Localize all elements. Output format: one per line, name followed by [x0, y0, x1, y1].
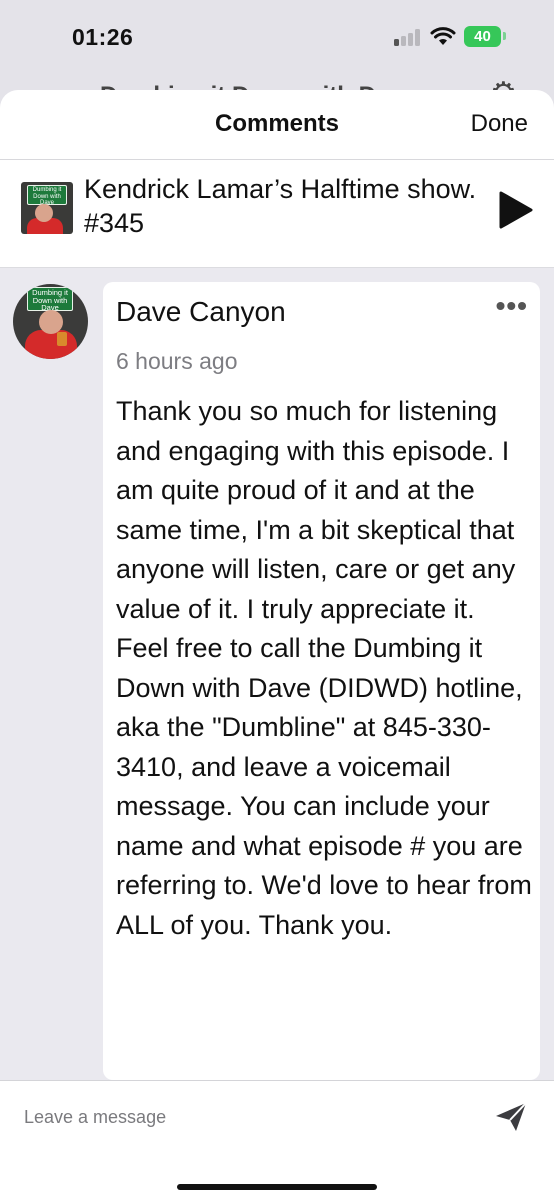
comment-body: Thank you so much for listening and enga…	[116, 396, 532, 940]
wifi-icon	[430, 27, 456, 45]
cellular-signal-icon	[394, 28, 422, 46]
avatar[interactable]: Dumbing it Down with Dave	[13, 284, 88, 359]
message-composer	[0, 1080, 554, 1200]
play-icon[interactable]	[498, 190, 534, 230]
avatar-sign: Dumbing it Down with Dave	[27, 287, 73, 311]
battery-cap	[503, 32, 506, 40]
episode-title: Kendrick Lamar’s Halftime show. #345	[84, 174, 477, 238]
done-button[interactable]: Done	[471, 110, 528, 138]
artwork-sign: Dumbing it Down with Dave	[27, 185, 67, 206]
message-input[interactable]	[24, 1099, 464, 1135]
send-icon[interactable]	[494, 1101, 528, 1133]
comment-timestamp: 6 hours ago	[116, 348, 238, 374]
comment-card: ••• Dave Canyon 6 hours ago Thank you so…	[103, 282, 540, 1080]
battery-icon: 40	[464, 26, 501, 47]
comment-author[interactable]: Dave Canyon	[116, 296, 286, 328]
sheet-header: Comments Done	[0, 90, 554, 160]
status-bar: 01:26 40	[0, 0, 554, 80]
episode-row[interactable]: Dumbing it Down with Dave Kendrick Lamar…	[0, 160, 554, 268]
home-indicator	[177, 1184, 377, 1190]
comments-sheet: Comments Done Dumbing it Down with Dave …	[0, 90, 554, 1200]
status-time: 01:26	[72, 24, 134, 50]
more-options-icon[interactable]: •••	[496, 290, 528, 322]
episode-artwork: Dumbing it Down with Dave	[21, 182, 73, 234]
